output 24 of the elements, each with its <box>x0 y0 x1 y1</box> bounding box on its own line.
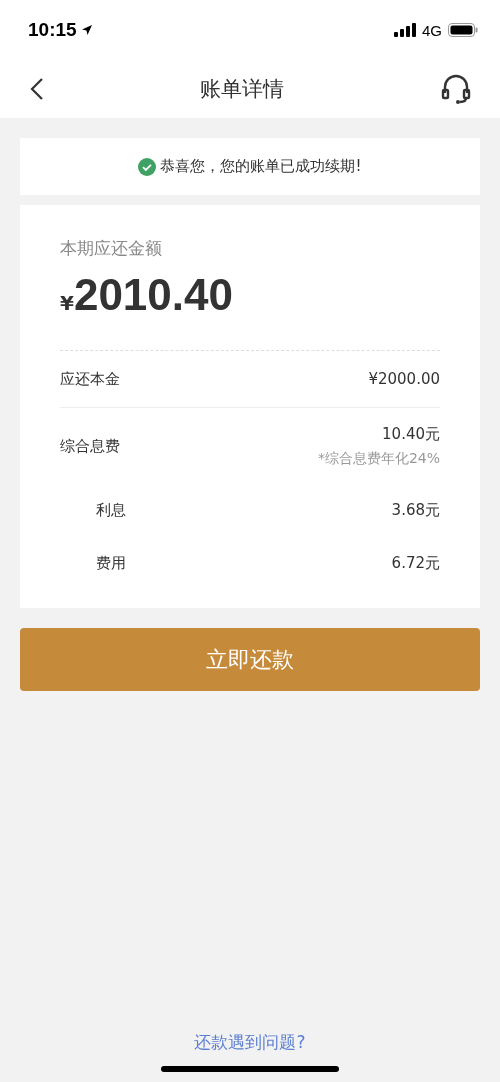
notice-text: 恭喜您，您的账单已成功续期! <box>160 157 362 176</box>
check-circle-icon <box>138 157 157 176</box>
row-label: 应还本金 <box>60 369 120 389</box>
network-label: 4G <box>422 21 442 39</box>
help-link[interactable]: 还款遇到问题? <box>194 1031 306 1054</box>
row-value: 10.40元 <box>382 424 440 444</box>
row-value: 3.68元 <box>391 501 440 520</box>
row-label: 综合息费 <box>60 436 120 456</box>
row-value: 6.72元 <box>391 554 440 573</box>
battery-icon <box>448 23 478 37</box>
amount-due: 2010.40 <box>73 270 233 320</box>
location-arrow-icon <box>80 24 93 36</box>
row-label: 利息 <box>96 501 126 520</box>
currency-symbol: ¥ <box>60 291 74 315</box>
amount-label: 本期应还金额 <box>60 237 163 260</box>
page-title: 账单详情 <box>200 76 284 103</box>
clock-time: 10:15 <box>28 19 77 41</box>
signal-icon <box>394 23 416 37</box>
row-label: 费用 <box>96 554 126 573</box>
repay-now-button[interactable]: 立即还款 <box>20 628 480 691</box>
row-value: ¥2000.00 <box>368 370 440 388</box>
rate-note: *综合息费年化24% <box>317 449 440 468</box>
back-chevron-icon <box>30 77 44 101</box>
headset-icon <box>440 73 472 105</box>
